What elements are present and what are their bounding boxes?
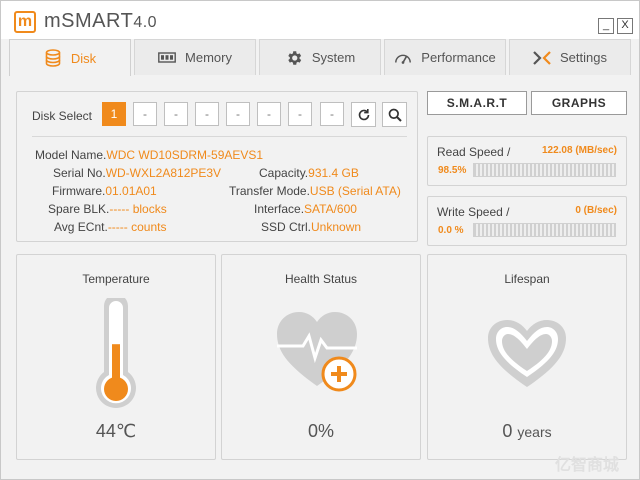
read-speed-bar (473, 163, 616, 177)
thermometer-graphic (17, 295, 215, 413)
memory-icon (158, 49, 176, 67)
disk-slot-8[interactable]: - (320, 102, 344, 126)
write-speed-label: Write Speed / (437, 205, 510, 219)
app-name: mSMART (44, 10, 134, 32)
avg-ecnt-label: Avg ECnt. (54, 220, 108, 234)
tab-settings-label: Settings (560, 50, 607, 65)
read-speed-label: Read Speed / (437, 145, 511, 159)
lifespan-number: 0 (502, 421, 513, 441)
thermometer-icon (96, 298, 136, 408)
temperature-title: Temperature (82, 272, 150, 286)
refresh-icon (358, 108, 369, 120)
health-title: Health Status (284, 272, 358, 286)
disk-slot-7[interactable]: - (288, 102, 312, 126)
speedometer-icon (394, 49, 412, 67)
tab-disk[interactable]: Disk (9, 39, 131, 76)
disk-select-label: Disk Select (32, 109, 93, 123)
spare-blk-label: Spare BLK. (48, 202, 110, 216)
read-speed-percent: 98.5% (438, 165, 467, 176)
disk-slot-4[interactable]: - (195, 102, 219, 126)
smart-button[interactable]: S.M.A.R.T (427, 91, 527, 115)
main-tabs: Disk Memory System Performance Settings (9, 39, 633, 76)
info-divider (32, 136, 407, 137)
ssd-ctrl-value: Unknown (311, 220, 362, 234)
write-speed-panel: Write Speed / 0 (B/sec) 0.0 % (427, 196, 627, 246)
interface-label: Interface. (254, 202, 305, 216)
disk-slot-2[interactable]: - (133, 102, 157, 126)
disk-slot-5[interactable]: - (226, 102, 250, 126)
tab-memory[interactable]: Memory (134, 39, 256, 75)
tab-performance[interactable]: Performance (384, 39, 506, 75)
tab-memory-label: Memory (185, 50, 232, 65)
lifespan-title: Lifespan (504, 272, 550, 286)
lifespan-graphic (428, 295, 626, 413)
heart-pulse-icon (277, 312, 357, 392)
model-name-label: Model Name. (35, 148, 107, 162)
capacity-value: 931.4 GB (308, 166, 359, 180)
tab-settings[interactable]: Settings (509, 39, 631, 75)
disk-icon (44, 49, 62, 67)
temperature-card: Temperature 44℃ (16, 254, 216, 460)
disk-slot-3[interactable]: - (164, 102, 188, 126)
interface-value: SATA/600 (304, 202, 357, 216)
lifespan-value: 0 years (428, 421, 626, 442)
read-speed-panel: Read Speed / 122.08 (MB/sec) 98.5% (427, 136, 627, 186)
tab-performance-label: Performance (421, 50, 496, 65)
firmware-label: Firmware. (52, 184, 106, 198)
watermark: 亿智商城 (554, 457, 619, 474)
field-transfer-mode: Transfer Mode.USB (Serial ATA) (229, 184, 401, 198)
field-avg-ecnt: Avg ECnt.----- counts (54, 220, 166, 234)
serial-no-value: WD-WXL2A812PE3V (105, 166, 222, 180)
field-serial-no: Serial No.WD-WXL2A812PE3V (53, 166, 221, 180)
serial-no-label: Serial No. (53, 166, 106, 180)
field-ssd-ctrl: SSD Ctrl.Unknown (261, 220, 361, 234)
close-button[interactable]: X (617, 18, 633, 34)
health-card: Health Status 0% (221, 254, 421, 460)
model-name-value: WDC WD10SDRM-59AEVS1 (106, 148, 264, 162)
tab-disk-label: Disk (70, 50, 97, 66)
health-value: 0% (307, 421, 334, 441)
write-speed-bar (473, 223, 616, 237)
lifespan-unit: years (517, 424, 552, 440)
disk-info-panel: Disk Select 1 - - - - - - - Model Name.W… (16, 91, 418, 242)
tab-system-label: System (311, 50, 356, 65)
app-version: 4.0 (133, 14, 158, 31)
search-button[interactable] (382, 102, 407, 127)
field-interface: Interface.SATA/600 (254, 202, 357, 216)
settings-icon (533, 49, 551, 67)
ssd-ctrl-label: SSD Ctrl. (261, 220, 312, 234)
search-icon (388, 108, 402, 122)
temperature-value: 44℃ (95, 421, 137, 441)
write-speed-value: 0 (B/sec) (575, 205, 617, 216)
app-window: m mSMART4.0 _ X Disk Memory System Perfo… (0, 0, 640, 480)
gear-icon (285, 49, 303, 67)
app-logo-icon: m (14, 11, 36, 33)
refresh-button[interactable] (351, 102, 376, 127)
avg-ecnt-value: ----- counts (107, 220, 167, 234)
disk-slot-1[interactable]: 1 (102, 102, 126, 126)
heart-icon (488, 320, 566, 387)
lifespan-card: Lifespan 0 years (427, 254, 627, 460)
firmware-value: 01.01A01 (105, 184, 157, 198)
disk-slot-6[interactable]: - (257, 102, 281, 126)
spare-blk-value: ----- blocks (109, 202, 167, 216)
tab-system[interactable]: System (259, 39, 381, 75)
graphs-button[interactable]: GRAPHS (531, 91, 627, 115)
field-model-name: Model Name.WDC WD10SDRM-59AEVS1 (35, 148, 263, 162)
field-capacity: Capacity.931.4 GB (259, 166, 359, 180)
field-firmware: Firmware.01.01A01 (52, 184, 157, 198)
transfer-mode-value: USB (Serial ATA) (309, 184, 401, 198)
read-speed-value: 122.08 (MB/sec) (541, 145, 617, 156)
capacity-label: Capacity. (259, 166, 309, 180)
app-title: mSMART4.0 (44, 10, 157, 33)
write-speed-percent: 0.0 % (438, 225, 464, 236)
title-bar: m mSMART4.0 _ X (1, 1, 639, 39)
health-graphic (222, 295, 420, 413)
minimize-button[interactable]: _ (598, 18, 614, 34)
transfer-mode-label: Transfer Mode. (229, 184, 310, 198)
field-spare-blk: Spare BLK.----- blocks (48, 202, 167, 216)
